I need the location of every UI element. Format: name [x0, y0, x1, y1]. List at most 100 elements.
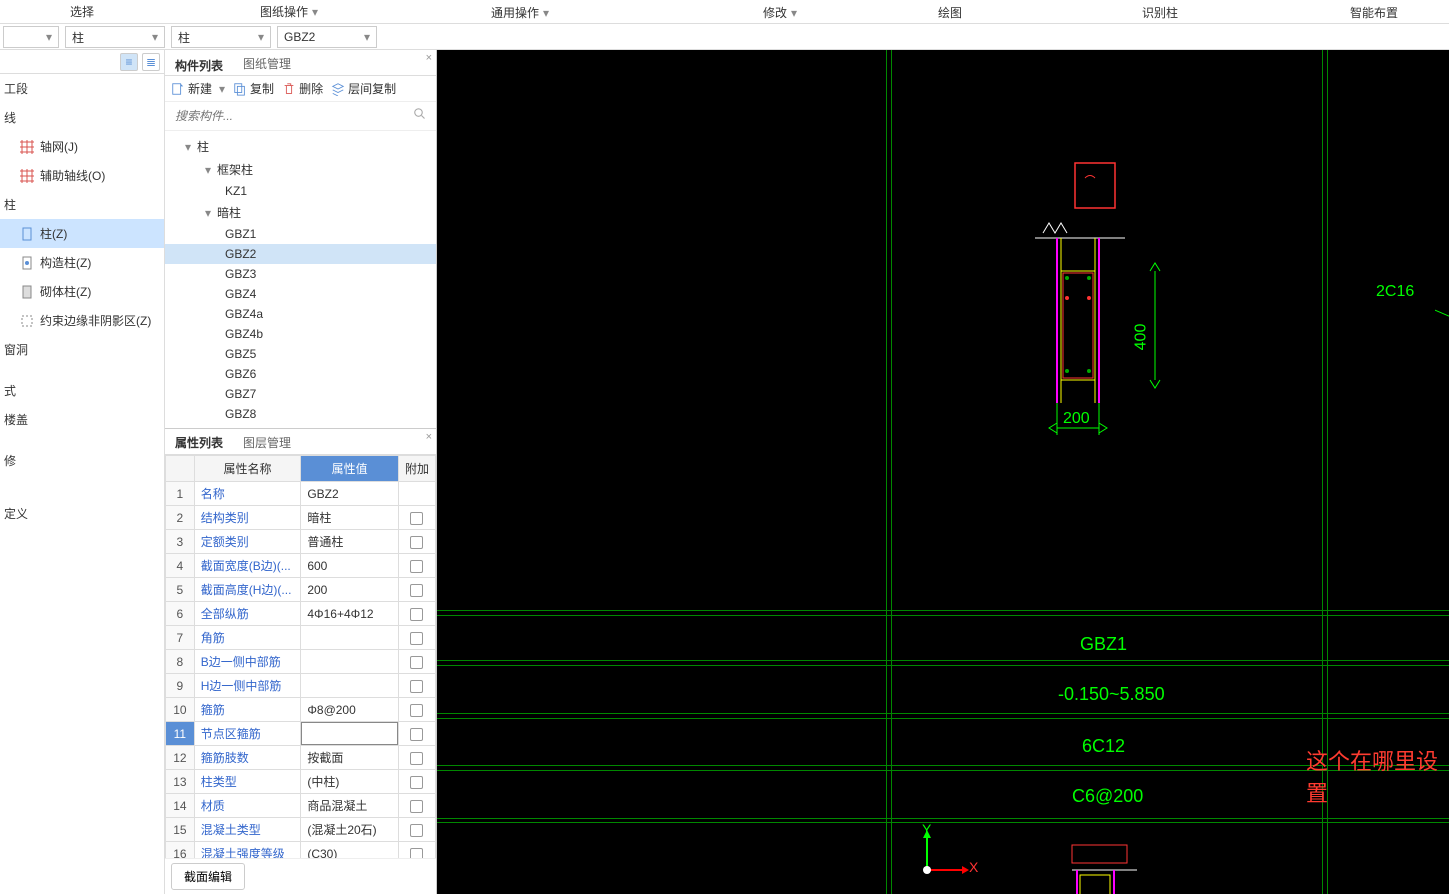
props-row-value[interactable]: GBZ2 [301, 482, 399, 506]
section-edit-button[interactable]: 截面编辑 [171, 863, 245, 890]
props-row-value[interactable]: 暗柱 [301, 506, 399, 530]
filter-combo-1[interactable]: ▾ [3, 26, 59, 48]
props-row-add[interactable] [398, 506, 435, 530]
search-input[interactable] [171, 106, 430, 126]
props-row-add[interactable] [398, 482, 435, 506]
new-button[interactable]: 新建▾ [171, 80, 225, 97]
menu-draw[interactable]: 绘图 [910, 0, 990, 23]
props-row[interactable]: 7角筋 [166, 626, 436, 650]
menu-modify[interactable]: 修改▾ [650, 0, 910, 23]
sidebar-item[interactable]: 构造柱(Z) [0, 248, 164, 277]
checkbox-icon[interactable] [410, 584, 423, 597]
tree-item[interactable]: GBZ7 [165, 384, 436, 404]
sidebar-item[interactable]: 柱(Z) [0, 219, 164, 248]
sidebar-item[interactable]: 约束边缘非阴影区(Z) [0, 306, 164, 335]
checkbox-icon[interactable] [410, 776, 423, 789]
tree-item[interactable]: GBZ5 [165, 344, 436, 364]
menu-smart-layout[interactable]: 智能布置 [1330, 0, 1418, 23]
props-row[interactable]: 1名称GBZ2 [166, 482, 436, 506]
props-row-value[interactable] [301, 626, 399, 650]
checkbox-icon[interactable] [410, 560, 423, 573]
props-row-add[interactable] [398, 554, 435, 578]
props-row-add[interactable] [398, 794, 435, 818]
props-row-add[interactable] [398, 770, 435, 794]
props-row-add[interactable] [398, 674, 435, 698]
tree-item[interactable]: GBZ8 [165, 404, 436, 424]
filter-combo-3[interactable]: 柱▾ [171, 26, 271, 48]
props-row-add[interactable] [398, 626, 435, 650]
props-row[interactable]: 9H边一侧中部筋 [166, 674, 436, 698]
props-row[interactable]: 8B边一侧中部筋 [166, 650, 436, 674]
tab-layer-manage[interactable]: 图层管理 [233, 429, 301, 454]
tree-item[interactable]: ▾柱 [165, 135, 436, 158]
checkbox-icon[interactable] [410, 632, 423, 645]
tree-item[interactable]: GBZ1 [165, 224, 436, 244]
checkbox-icon[interactable] [410, 680, 423, 693]
props-row-add[interactable] [398, 722, 435, 746]
panel-close-icon[interactable]: × [426, 52, 432, 64]
props-row[interactable]: 14材质商品混凝土 [166, 794, 436, 818]
tree-item[interactable]: GBZ3 [165, 264, 436, 284]
props-row[interactable]: 3定额类别普通柱 [166, 530, 436, 554]
props-row-add[interactable] [398, 842, 435, 859]
checkbox-icon[interactable] [410, 656, 423, 669]
props-row[interactable]: 13柱类型(中柱) [166, 770, 436, 794]
checkbox-icon[interactable] [410, 848, 423, 858]
props-row[interactable]: 12箍筋肢数按截面 [166, 746, 436, 770]
tab-component-list[interactable]: 构件列表 [165, 50, 233, 75]
sidebar-item[interactable]: 砌体柱(Z) [0, 277, 164, 306]
props-row-add[interactable] [398, 818, 435, 842]
props-row-value[interactable] [301, 722, 399, 746]
tree-toggle-icon[interactable]: ▾ [185, 140, 195, 154]
checkbox-icon[interactable] [410, 728, 423, 741]
tree-item[interactable]: ▾暗柱 [165, 201, 436, 224]
checkbox-icon[interactable] [410, 536, 423, 549]
props-row[interactable]: 11节点区箍筋 [166, 722, 436, 746]
checkbox-icon[interactable] [410, 704, 423, 717]
menu-general-operation[interactable]: 通用操作▾ [390, 0, 650, 23]
props-row-value[interactable]: 普通柱 [301, 530, 399, 554]
menu-paper-operation[interactable]: 图纸操作▾ [190, 0, 390, 23]
tree-item[interactable]: GBZ4 [165, 284, 436, 304]
tree-toggle-icon[interactable]: ▾ [205, 163, 215, 177]
props-row-value[interactable]: (中柱) [301, 770, 399, 794]
props-row-value[interactable]: (C30) [301, 842, 399, 859]
copy-button[interactable]: 复制 [233, 80, 274, 97]
tab-paper-manage[interactable]: 图纸管理 [233, 50, 301, 75]
props-row[interactable]: 15混凝土类型(混凝土20石) [166, 818, 436, 842]
props-row[interactable]: 4截面宽度(B边)(...600 [166, 554, 436, 578]
props-row-value[interactable]: 600 [301, 554, 399, 578]
props-row-add[interactable] [398, 650, 435, 674]
filter-combo-4[interactable]: GBZ2▾ [277, 26, 377, 48]
props-row-add[interactable] [398, 602, 435, 626]
tree-item[interactable]: KZ1 [165, 181, 436, 201]
tree-item[interactable]: GBZ4a [165, 304, 436, 324]
props-row-value[interactable] [301, 674, 399, 698]
props-row[interactable]: 5截面高度(H边)(...200 [166, 578, 436, 602]
floor-copy-button[interactable]: 层间复制 [331, 80, 396, 97]
props-row[interactable]: 16混凝土强度等级(C30) [166, 842, 436, 859]
props-row-add[interactable] [398, 530, 435, 554]
sidebar-item[interactable]: 轴网(J) [0, 132, 164, 161]
props-row-value[interactable]: 4Φ16+4Φ12 [301, 602, 399, 626]
filter-combo-2[interactable]: 柱▾ [65, 26, 165, 48]
props-row-add[interactable] [398, 578, 435, 602]
props-row-value[interactable]: 200 [301, 578, 399, 602]
props-row-value[interactable] [301, 650, 399, 674]
tree-toggle-icon[interactable]: ▾ [205, 206, 215, 220]
props-row-value[interactable]: (混凝土20石) [301, 818, 399, 842]
props-row-add[interactable] [398, 746, 435, 770]
checkbox-icon[interactable] [410, 512, 423, 525]
menu-identify-column[interactable]: 识别柱 [990, 0, 1330, 23]
tab-property-list[interactable]: 属性列表 [165, 429, 233, 454]
menu-select[interactable]: 选择 [0, 0, 190, 23]
props-row-value[interactable]: Φ8@200 [301, 698, 399, 722]
props-row[interactable]: 10箍筋Φ8@200 [166, 698, 436, 722]
sidebar-item[interactable]: 辅助轴线(O) [0, 161, 164, 190]
props-row[interactable]: 2结构类别暗柱 [166, 506, 436, 530]
checkbox-icon[interactable] [410, 608, 423, 621]
tree-item[interactable]: GBZ6 [165, 364, 436, 384]
tree-item[interactable]: GBZ2 [165, 244, 436, 264]
tree-item[interactable]: ▾框架柱 [165, 158, 436, 181]
checkbox-icon[interactable] [410, 824, 423, 837]
